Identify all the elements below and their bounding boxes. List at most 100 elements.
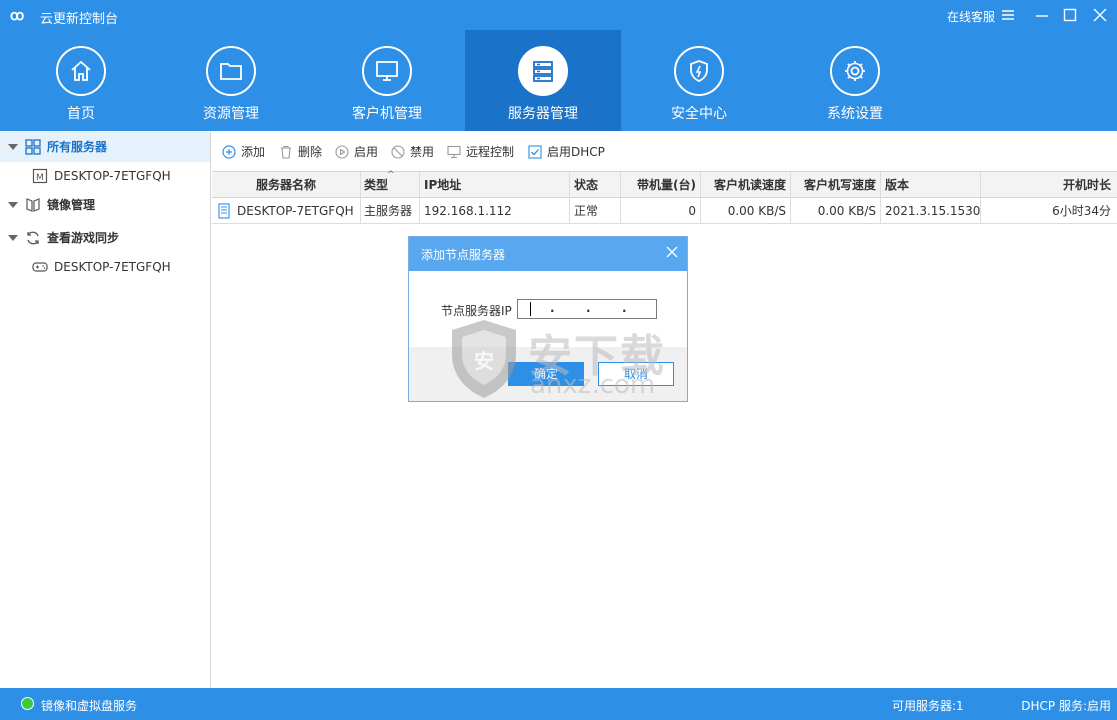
nav-label: 资源管理 bbox=[203, 106, 259, 122]
grid-icon bbox=[25, 139, 41, 155]
cell-server-name: DESKTOP-7ETGFQH bbox=[212, 198, 361, 224]
maximize-icon[interactable] bbox=[1059, 4, 1081, 26]
node-ip-label: 节点服务器IP bbox=[441, 304, 512, 318]
cell-write-speed: 0.00 KB/S bbox=[791, 198, 881, 224]
close-icon[interactable] bbox=[665, 245, 679, 259]
sort-asc-icon: ^ bbox=[387, 170, 395, 180]
col-header-version[interactable]: 版本 bbox=[881, 172, 981, 198]
home-icon bbox=[71, 60, 91, 81]
add-button-label: 添加 bbox=[241, 145, 266, 159]
app-logo-icon: ꝏ bbox=[10, 7, 24, 23]
status-indicator-icon bbox=[21, 697, 34, 710]
sidebar-item-label: DESKTOP-7ETGFQH bbox=[54, 260, 171, 274]
nav-label: 客户机管理 bbox=[352, 106, 422, 122]
shield-icon bbox=[690, 60, 708, 82]
text-cursor bbox=[530, 302, 531, 316]
cancel-button[interactable]: 取消 bbox=[598, 362, 674, 386]
folder-icon bbox=[220, 63, 242, 80]
dialog-footer: 确定 取消 bbox=[409, 347, 687, 401]
nav-settings-circle bbox=[830, 46, 880, 96]
svg-text:ꝏ: ꝏ bbox=[10, 7, 24, 23]
cell-status: 正常 bbox=[570, 198, 621, 224]
dialog-body: 节点服务器IP . . . bbox=[409, 271, 687, 347]
service-status-text: 镜像和虚拟盘服务 bbox=[41, 699, 138, 713]
enable-dhcp-label: 启用DHCP bbox=[547, 145, 605, 159]
svg-text:M: M bbox=[36, 173, 44, 183]
status-bar: 镜像和虚拟盘服务 可用服务器:1 DHCP 服务:启用 bbox=[0, 688, 1117, 720]
col-header-write-speed[interactable]: 客户机写速度 bbox=[791, 172, 881, 198]
col-header-read-speed[interactable]: 客户机读速度 bbox=[701, 172, 791, 198]
sidebar-item-mirror[interactable]: 镜像管理 bbox=[0, 190, 210, 220]
table-row[interactable]: DESKTOP-7ETGFQH 主服务器 192.168.1.112 正常 0 … bbox=[212, 198, 1117, 224]
minimize-icon[interactable] bbox=[1031, 4, 1053, 26]
expand-caret-icon[interactable] bbox=[8, 144, 18, 150]
nav-server[interactable]: 服务器管理 bbox=[465, 30, 621, 131]
nav-server-circle bbox=[518, 46, 568, 96]
sidebar-item-server-desktop[interactable]: M DESKTOP-7ETGFQH bbox=[0, 161, 210, 191]
gear-icon bbox=[845, 61, 865, 81]
col-header-capacity[interactable]: 带机量(台) bbox=[621, 172, 701, 198]
delete-button-label: 删除 bbox=[298, 145, 323, 159]
dialog-header: 添加节点服务器 bbox=[409, 237, 687, 271]
nav-security[interactable]: 安全中心 bbox=[621, 30, 777, 131]
sidebar-item-label: 所有服务器 bbox=[47, 140, 108, 154]
ban-icon bbox=[391, 145, 405, 159]
trash-icon bbox=[281, 145, 291, 159]
nav-label: 服务器管理 bbox=[508, 106, 578, 122]
nav-client-circle bbox=[362, 46, 412, 96]
sidebar: 所有服务器 M DESKTOP-7ETGFQH 镜像管理 查看游戏同步 DESK… bbox=[0, 131, 211, 688]
sidebar-item-all-servers[interactable]: 所有服务器 bbox=[0, 132, 210, 162]
col-header-server-name[interactable]: 服务器名称 bbox=[212, 172, 361, 198]
ok-button[interactable]: 确定 bbox=[508, 362, 584, 386]
nav-home[interactable]: 首页 bbox=[3, 30, 159, 131]
ip-separator: . bbox=[586, 301, 591, 315]
cell-read-speed: 0.00 KB/S bbox=[701, 198, 791, 224]
nav-resource-circle bbox=[206, 46, 256, 96]
nav-label: 系统设置 bbox=[827, 106, 883, 122]
mirror-icon bbox=[26, 198, 40, 212]
add-node-server-dialog: 添加节点服务器 节点服务器IP . . . 确定 取消 bbox=[408, 236, 688, 402]
enable-button-label: 启用 bbox=[354, 145, 379, 159]
menu-icon[interactable] bbox=[997, 4, 1019, 26]
cell-ip: 192.168.1.112 bbox=[420, 198, 570, 224]
sidebar-item-label: 镜像管理 bbox=[47, 198, 96, 212]
title-bar: ꝏ 云更新控制台 在线客服 bbox=[0, 0, 1117, 30]
expand-caret-icon[interactable] bbox=[8, 202, 18, 208]
server-icon bbox=[533, 61, 553, 82]
online-service-link[interactable]: 在线客服 bbox=[947, 8, 995, 25]
remote-desktop-icon bbox=[447, 145, 461, 159]
cell-type: 主服务器 bbox=[361, 198, 420, 224]
available-servers-text: 可用服务器:1 bbox=[892, 699, 964, 713]
expand-caret-icon[interactable] bbox=[8, 235, 18, 241]
node-ip-input[interactable]: . . . bbox=[517, 299, 657, 319]
sidebar-item-sync-desktop[interactable]: DESKTOP-7ETGFQH bbox=[0, 252, 210, 282]
ip-separator: . bbox=[622, 301, 627, 315]
nav-home-circle bbox=[56, 46, 106, 96]
nav-label: 安全中心 bbox=[671, 106, 727, 122]
sidebar-item-game-sync[interactable]: 查看游戏同步 bbox=[0, 223, 210, 253]
table-header: 服务器名称 类型 ^ IP地址 状态 带机量(台) 客户机读速度 客户机写速度 … bbox=[212, 170, 1117, 198]
machine-icon: M bbox=[32, 168, 48, 184]
cell-version: 2021.3.15.15306 bbox=[881, 198, 981, 224]
close-icon[interactable] bbox=[1089, 4, 1111, 26]
col-header-uptime[interactable]: 开机时长 bbox=[981, 172, 1117, 198]
nav-client[interactable]: 客户机管理 bbox=[309, 30, 465, 131]
dhcp-status-text: DHCP 服务:启用 bbox=[1021, 699, 1111, 713]
sidebar-item-label: 查看游戏同步 bbox=[47, 231, 120, 245]
play-circle-icon bbox=[335, 145, 349, 159]
gamepad-icon bbox=[32, 262, 48, 272]
toolbar: 添加 删除 启用 禁用 远程控制 启用DHCP bbox=[212, 131, 1117, 171]
monitor-icon bbox=[376, 61, 398, 81]
col-header-ip[interactable]: IP地址 bbox=[420, 172, 570, 198]
main-nav: 首页 资源管理 客户机管理 服务器管理 安全中心 系统设置 bbox=[0, 30, 1117, 131]
col-header-status[interactable]: 状态 bbox=[570, 172, 621, 198]
cell-capacity: 0 bbox=[621, 198, 701, 224]
sync-icon bbox=[27, 231, 39, 245]
nav-resource[interactable]: 资源管理 bbox=[153, 30, 309, 131]
nav-settings[interactable]: 系统设置 bbox=[777, 30, 933, 131]
remote-control-button-label: 远程控制 bbox=[466, 145, 515, 159]
ip-separator: . bbox=[550, 301, 555, 315]
plus-circle-icon bbox=[222, 145, 236, 159]
checkbox-icon bbox=[528, 145, 542, 159]
disable-button-label: 禁用 bbox=[410, 145, 435, 159]
